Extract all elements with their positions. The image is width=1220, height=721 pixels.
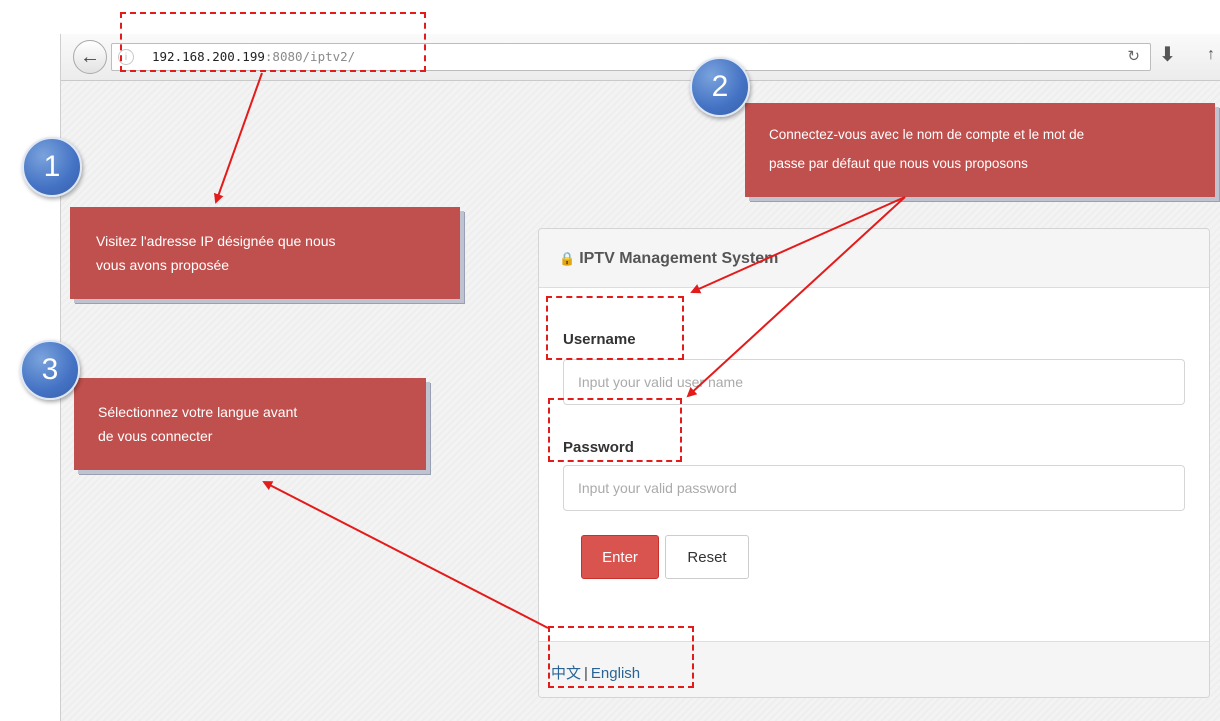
step-badge-3: 3 <box>20 340 80 400</box>
callout-step2-line1: Connectez-vous avec le nom de compte et … <box>769 127 1085 142</box>
step-badge-1: 1 <box>22 137 82 197</box>
callout-step3-line1: Sélectionnez votre langue avant <box>98 404 298 420</box>
reload-icon[interactable]: ↻ <box>1127 47 1140 65</box>
callout-step1-line1: Visitez l'adresse IP désignée que nous <box>96 233 336 249</box>
step-badge-2: 2 <box>690 57 750 117</box>
highlight-username <box>546 296 684 360</box>
password-input[interactable] <box>563 465 1185 511</box>
highlight-url <box>120 12 426 72</box>
back-arrow-icon[interactable]: ← <box>73 40 107 74</box>
reset-button[interactable]: Reset <box>665 535 749 579</box>
panel-header: 🔒 IPTV Management System <box>539 229 1209 288</box>
home-icon[interactable]: ↑ <box>1207 46 1215 64</box>
callout-step1: Visitez l'adresse IP désignée que nous v… <box>70 207 460 299</box>
enter-button[interactable]: Enter <box>581 535 659 579</box>
callout-step3-line2: de vous connecter <box>98 428 213 444</box>
panel-title-text: IPTV Management System <box>579 250 779 267</box>
highlight-language <box>548 626 694 688</box>
lock-icon: 🔒 <box>559 251 576 266</box>
highlight-password <box>548 398 682 462</box>
page-title: 🔒 IPTV Management System <box>559 250 778 268</box>
callout-step2: Connectez-vous avec le nom de compte et … <box>745 103 1215 197</box>
callout-step3: Sélectionnez votre langue avant de vous … <box>74 378 426 470</box>
download-icon[interactable]: ⬇ <box>1159 45 1176 65</box>
callout-step2-line2: passe par défaut que nous vous proposons <box>769 156 1028 171</box>
callout-step1-line2: vous avons proposée <box>96 257 230 273</box>
